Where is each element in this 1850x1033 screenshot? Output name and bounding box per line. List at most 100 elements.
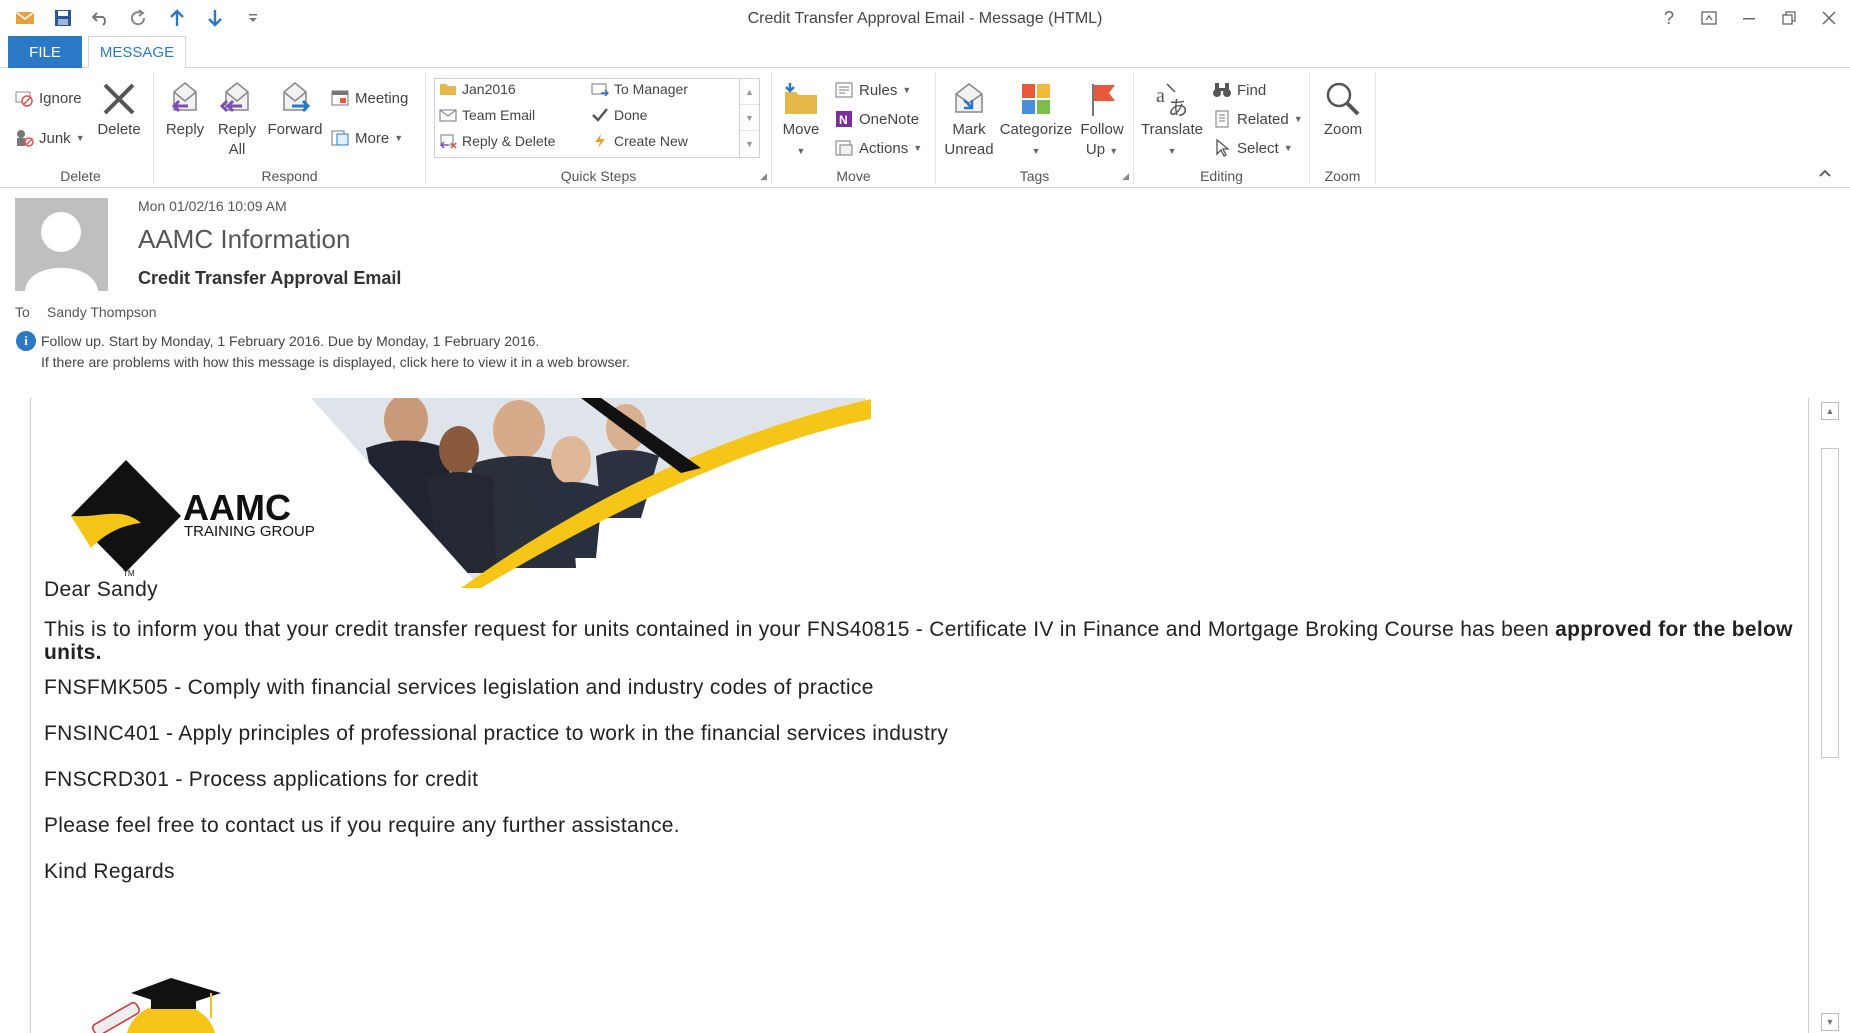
move-button[interactable]: Move ▼ (778, 80, 824, 161)
meeting-button[interactable]: Meeting (330, 88, 408, 108)
scroll-up-icon[interactable]: ▲ (740, 79, 759, 105)
delete-group-label: Delete (60, 168, 101, 184)
scrollbar-thumb[interactable] (1821, 448, 1839, 758)
chevron-down-icon: ▼ (1167, 146, 1177, 156)
logo-subtext: TRAINING GROUP (184, 523, 315, 540)
logo-text: AAMC (183, 487, 291, 528)
help-button[interactable]: ? (1658, 6, 1680, 30)
checkmark-icon (592, 108, 608, 122)
actions-icon (835, 140, 853, 156)
unit-item: FNSCRD301 - Process applications for cre… (44, 768, 479, 791)
quick-step-done[interactable]: Done (591, 107, 647, 123)
dialog-launcher-icon[interactable]: ◢ (760, 171, 767, 182)
zoom-button[interactable]: Zoom (1316, 80, 1370, 140)
move-label: Move (782, 121, 820, 138)
ignore-button[interactable]: Ignore (14, 88, 82, 108)
find-label: Find (1237, 81, 1267, 99)
window-title: Credit Transfer Approval Email - Message… (747, 10, 1103, 27)
ribbon-tabs: FILE MESSAGE (0, 36, 1850, 69)
reply-all-label-2: All (228, 141, 246, 158)
follow-up-label-1: Follow (1080, 121, 1124, 138)
scroll-down-icon[interactable]: ▼ (740, 105, 759, 131)
chevron-down-icon: ▼ (1283, 143, 1293, 153)
delete-group: Ignore Junk ▼ Delete Delete (8, 72, 154, 184)
editing-group-label: Editing (1200, 168, 1243, 184)
view-in-browser-link[interactable]: If there are problems with how this mess… (41, 354, 630, 370)
categorize-icon (1022, 84, 1050, 114)
intro-paragraph: This is to inform you that your credit t… (44, 618, 1799, 664)
magnifier-icon (1326, 82, 1360, 116)
scroll-down-icon[interactable]: ▼ (1821, 1013, 1839, 1031)
quick-step-to-manager[interactable]: To Manager (591, 81, 688, 97)
to-label: To (15, 304, 30, 320)
follow-up-button[interactable]: Follow Up ▼ (1074, 80, 1130, 161)
quick-step-reply-delete[interactable]: Reply & Delete (439, 133, 555, 149)
avatar (15, 198, 108, 291)
tab-message[interactable]: MESSAGE (88, 36, 186, 69)
mark-unread-label-2: Unread (944, 141, 994, 158)
tags-group: Mark Unread Categorize ▼ Follow Up ▼ Tag… (936, 72, 1134, 184)
gallery-expand-icon[interactable]: ▼ (740, 131, 759, 157)
follow-up-label-2: Up (1085, 141, 1106, 158)
junk-label: Junk (39, 129, 71, 147)
mark-unread-button[interactable]: Mark Unread (940, 80, 998, 160)
ribbon-display-options-icon[interactable] (1698, 6, 1720, 30)
translate-icon: aあ (1156, 83, 1188, 118)
reply-all-label-1: Reply (217, 121, 257, 138)
actions-button[interactable]: Actions ▼ (834, 138, 922, 158)
respond-group-label: Respond (261, 168, 318, 184)
related-icon (1215, 110, 1229, 128)
select-label: Select (1237, 139, 1279, 157)
svg-text:あ: あ (1168, 96, 1188, 118)
reply-button[interactable]: Reply (160, 80, 210, 140)
quick-step-team-email[interactable]: Team Email (439, 107, 535, 123)
find-button[interactable]: Find (1212, 80, 1266, 100)
lightning-icon (595, 134, 605, 148)
delete-button[interactable]: Delete (94, 80, 144, 140)
minimize-icon[interactable] (1738, 6, 1760, 30)
related-button[interactable]: Related ▼ (1212, 109, 1303, 129)
window-controls: ? (1658, 6, 1840, 30)
categorize-label: Categorize (999, 121, 1073, 138)
forward-label: Forward (267, 121, 323, 138)
zoom-group-label: Zoom (1324, 168, 1361, 184)
onenote-button[interactable]: N OneNote (834, 109, 919, 129)
chevron-down-icon: ▼ (394, 133, 404, 143)
translate-button[interactable]: aあ Translate ▼ (1140, 80, 1204, 161)
signoff: Kind Regards (44, 860, 175, 883)
to-manager-icon (591, 83, 609, 97)
sent-date: Mon 01/02/16 10:09 AM (138, 198, 287, 214)
select-button[interactable]: Select ▼ (1212, 138, 1293, 158)
categorize-button[interactable]: Categorize ▼ (998, 80, 1074, 161)
subject: Credit Transfer Approval Email (138, 268, 402, 288)
onenote-icon: N (836, 111, 852, 127)
tab-file[interactable]: FILE (8, 36, 82, 68)
collapse-ribbon-icon[interactable] (1818, 167, 1832, 181)
mark-unread-label-1: Mark (952, 121, 986, 138)
more-respond-button[interactable]: More ▼ (330, 128, 403, 148)
sender-name[interactable]: AAMC Information (138, 224, 350, 255)
title-bar: Credit Transfer Approval Email - Message… (0, 0, 1850, 38)
reply-label: Reply (165, 121, 205, 138)
ignore-icon (15, 91, 33, 107)
restore-icon[interactable] (1778, 6, 1800, 30)
to-recipient[interactable]: Sandy Thompson (47, 304, 156, 320)
delete-icon (103, 83, 135, 115)
quick-step-jan2016[interactable]: Jan2016 (439, 81, 516, 97)
reply-delete-icon (439, 134, 457, 149)
chevron-down-icon: ▼ (796, 146, 806, 156)
vertical-scrollbar[interactable]: ▲ ▼ (1808, 398, 1850, 1033)
more-icon (331, 130, 349, 146)
follow-up-infobar: Follow up. Start by Monday, 1 February 2… (41, 333, 540, 349)
close-icon[interactable] (1818, 6, 1840, 30)
scroll-up-icon[interactable]: ▲ (1821, 402, 1839, 420)
quick-step-create-new[interactable]: Create New (591, 133, 688, 149)
respond-group: Reply Reply All Forward Meeting More ▼ R… (154, 72, 426, 184)
dialog-launcher-icon[interactable]: ◢ (1122, 171, 1129, 182)
related-label: Related (1237, 110, 1289, 128)
chevron-down-icon: ▼ (902, 85, 912, 95)
reply-all-button[interactable]: Reply All (212, 80, 262, 160)
forward-button[interactable]: Forward (266, 80, 324, 140)
rules-button[interactable]: Rules ▼ (834, 80, 911, 100)
junk-button[interactable]: Junk ▼ (14, 128, 85, 148)
